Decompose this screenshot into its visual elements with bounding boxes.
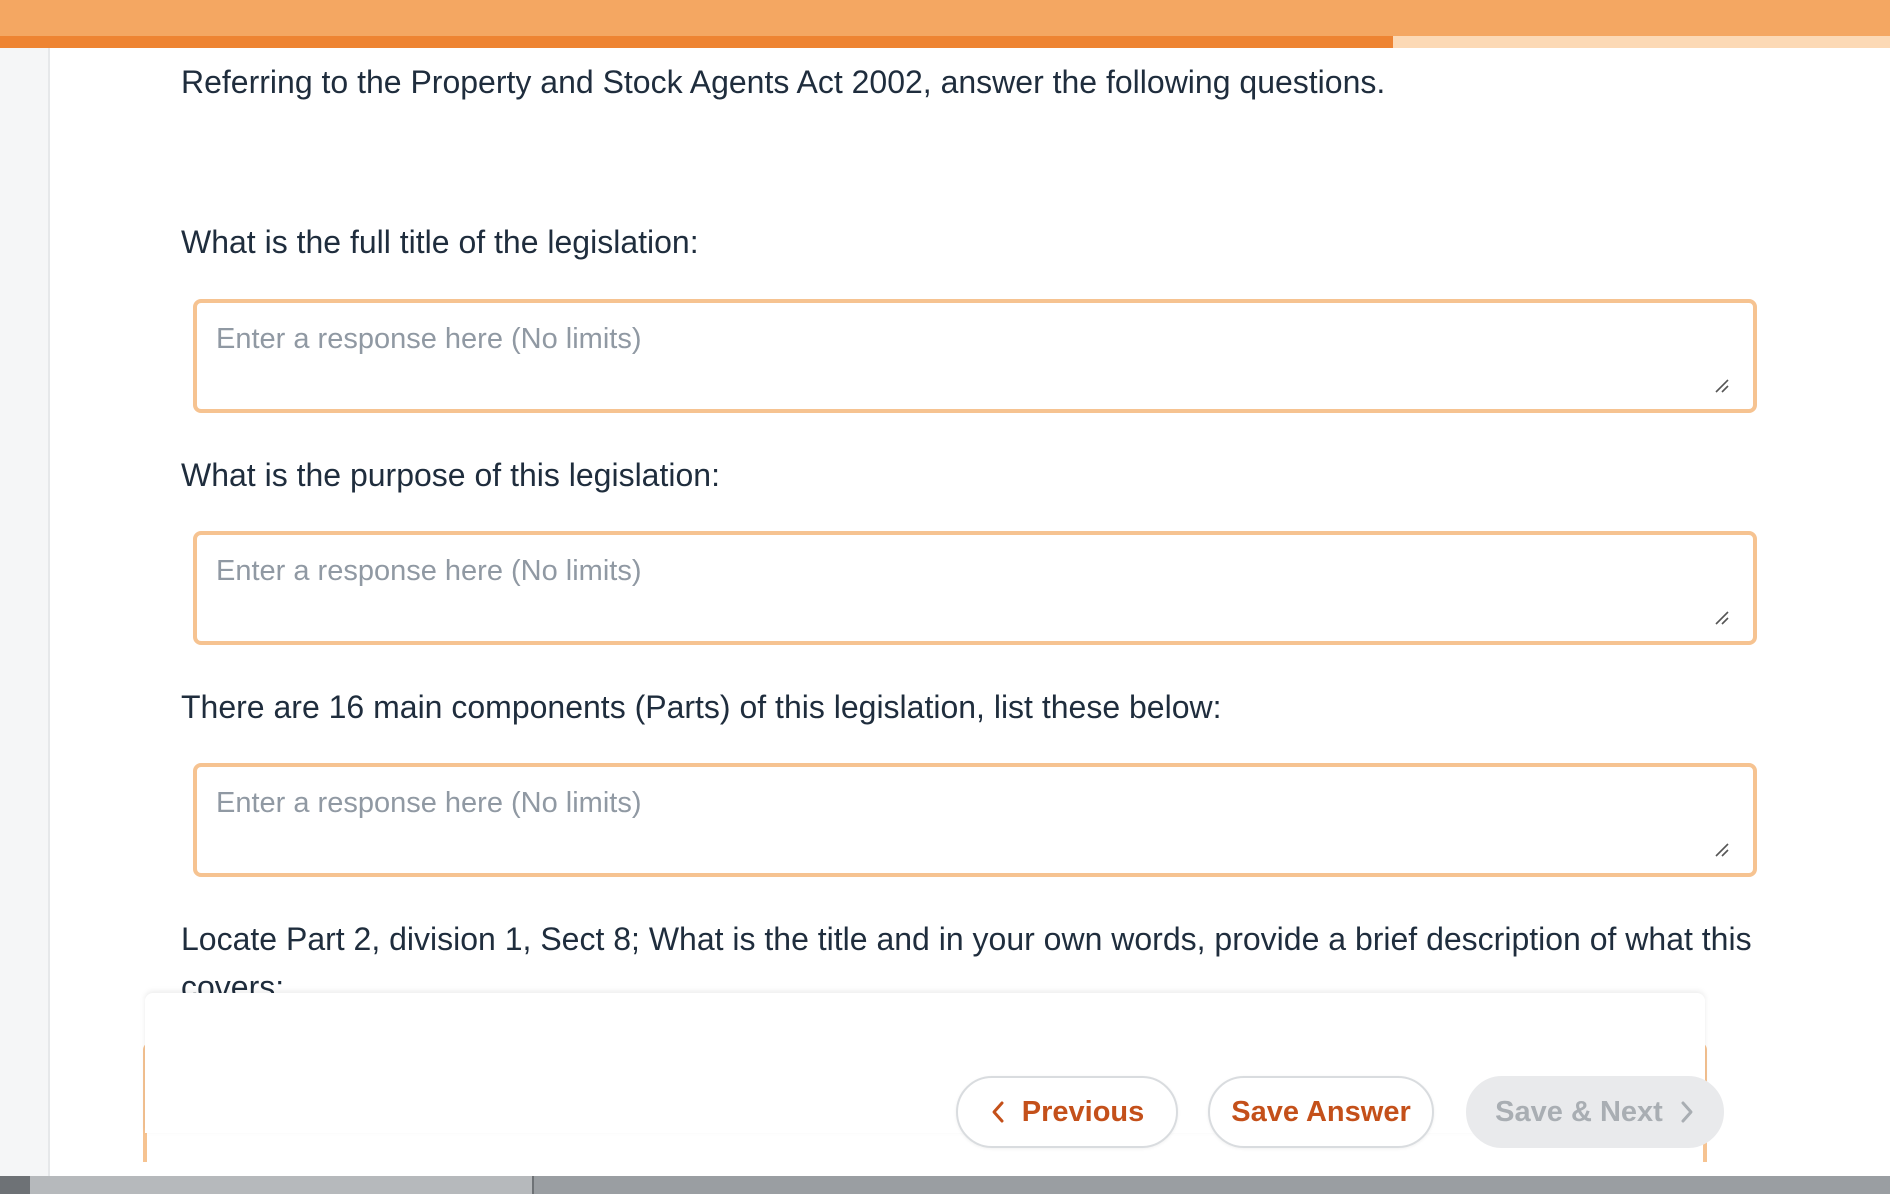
- question-3-label: There are 16 main components (Parts) of …: [181, 689, 1222, 725]
- bottom-taskbar-strip: [0, 1176, 1890, 1194]
- save-answer-button-label: Save Answer: [1231, 1095, 1411, 1128]
- question-1-label: What is the full title of the legislatio…: [181, 224, 699, 260]
- question-2-response-input[interactable]: [197, 535, 1753, 641]
- save-and-next-button-label: Save & Next: [1495, 1095, 1663, 1128]
- progress-bar-fill: [0, 36, 1393, 48]
- save-answer-button[interactable]: Save Answer: [1208, 1076, 1434, 1148]
- progress-bar: [0, 36, 1890, 48]
- chevron-left-icon: [992, 1101, 1004, 1123]
- resize-handle-icon[interactable]: [1713, 841, 1731, 859]
- resize-handle-icon[interactable]: [1713, 377, 1731, 395]
- intro-text: Referring to the Property and Stock Agen…: [181, 64, 1386, 100]
- taskbar-segment: [30, 1176, 534, 1194]
- resize-handle-icon[interactable]: [1713, 609, 1731, 627]
- previous-button[interactable]: Previous: [956, 1076, 1178, 1148]
- question-2-label: What is the purpose of this legislation:: [181, 457, 720, 493]
- taskbar-segment: [0, 1176, 30, 1194]
- question-1-response-input[interactable]: [197, 303, 1753, 409]
- question-2-answer-box: [193, 531, 1757, 645]
- left-gutter: [0, 48, 50, 1176]
- question-1-answer-box: [193, 299, 1757, 413]
- save-and-next-button[interactable]: Save & Next: [1466, 1076, 1724, 1148]
- chevron-right-icon: [1681, 1101, 1693, 1123]
- previous-button-label: Previous: [1021, 1095, 1145, 1128]
- question-3-response-input[interactable]: [197, 767, 1753, 873]
- question-3-answer-box: [193, 763, 1757, 877]
